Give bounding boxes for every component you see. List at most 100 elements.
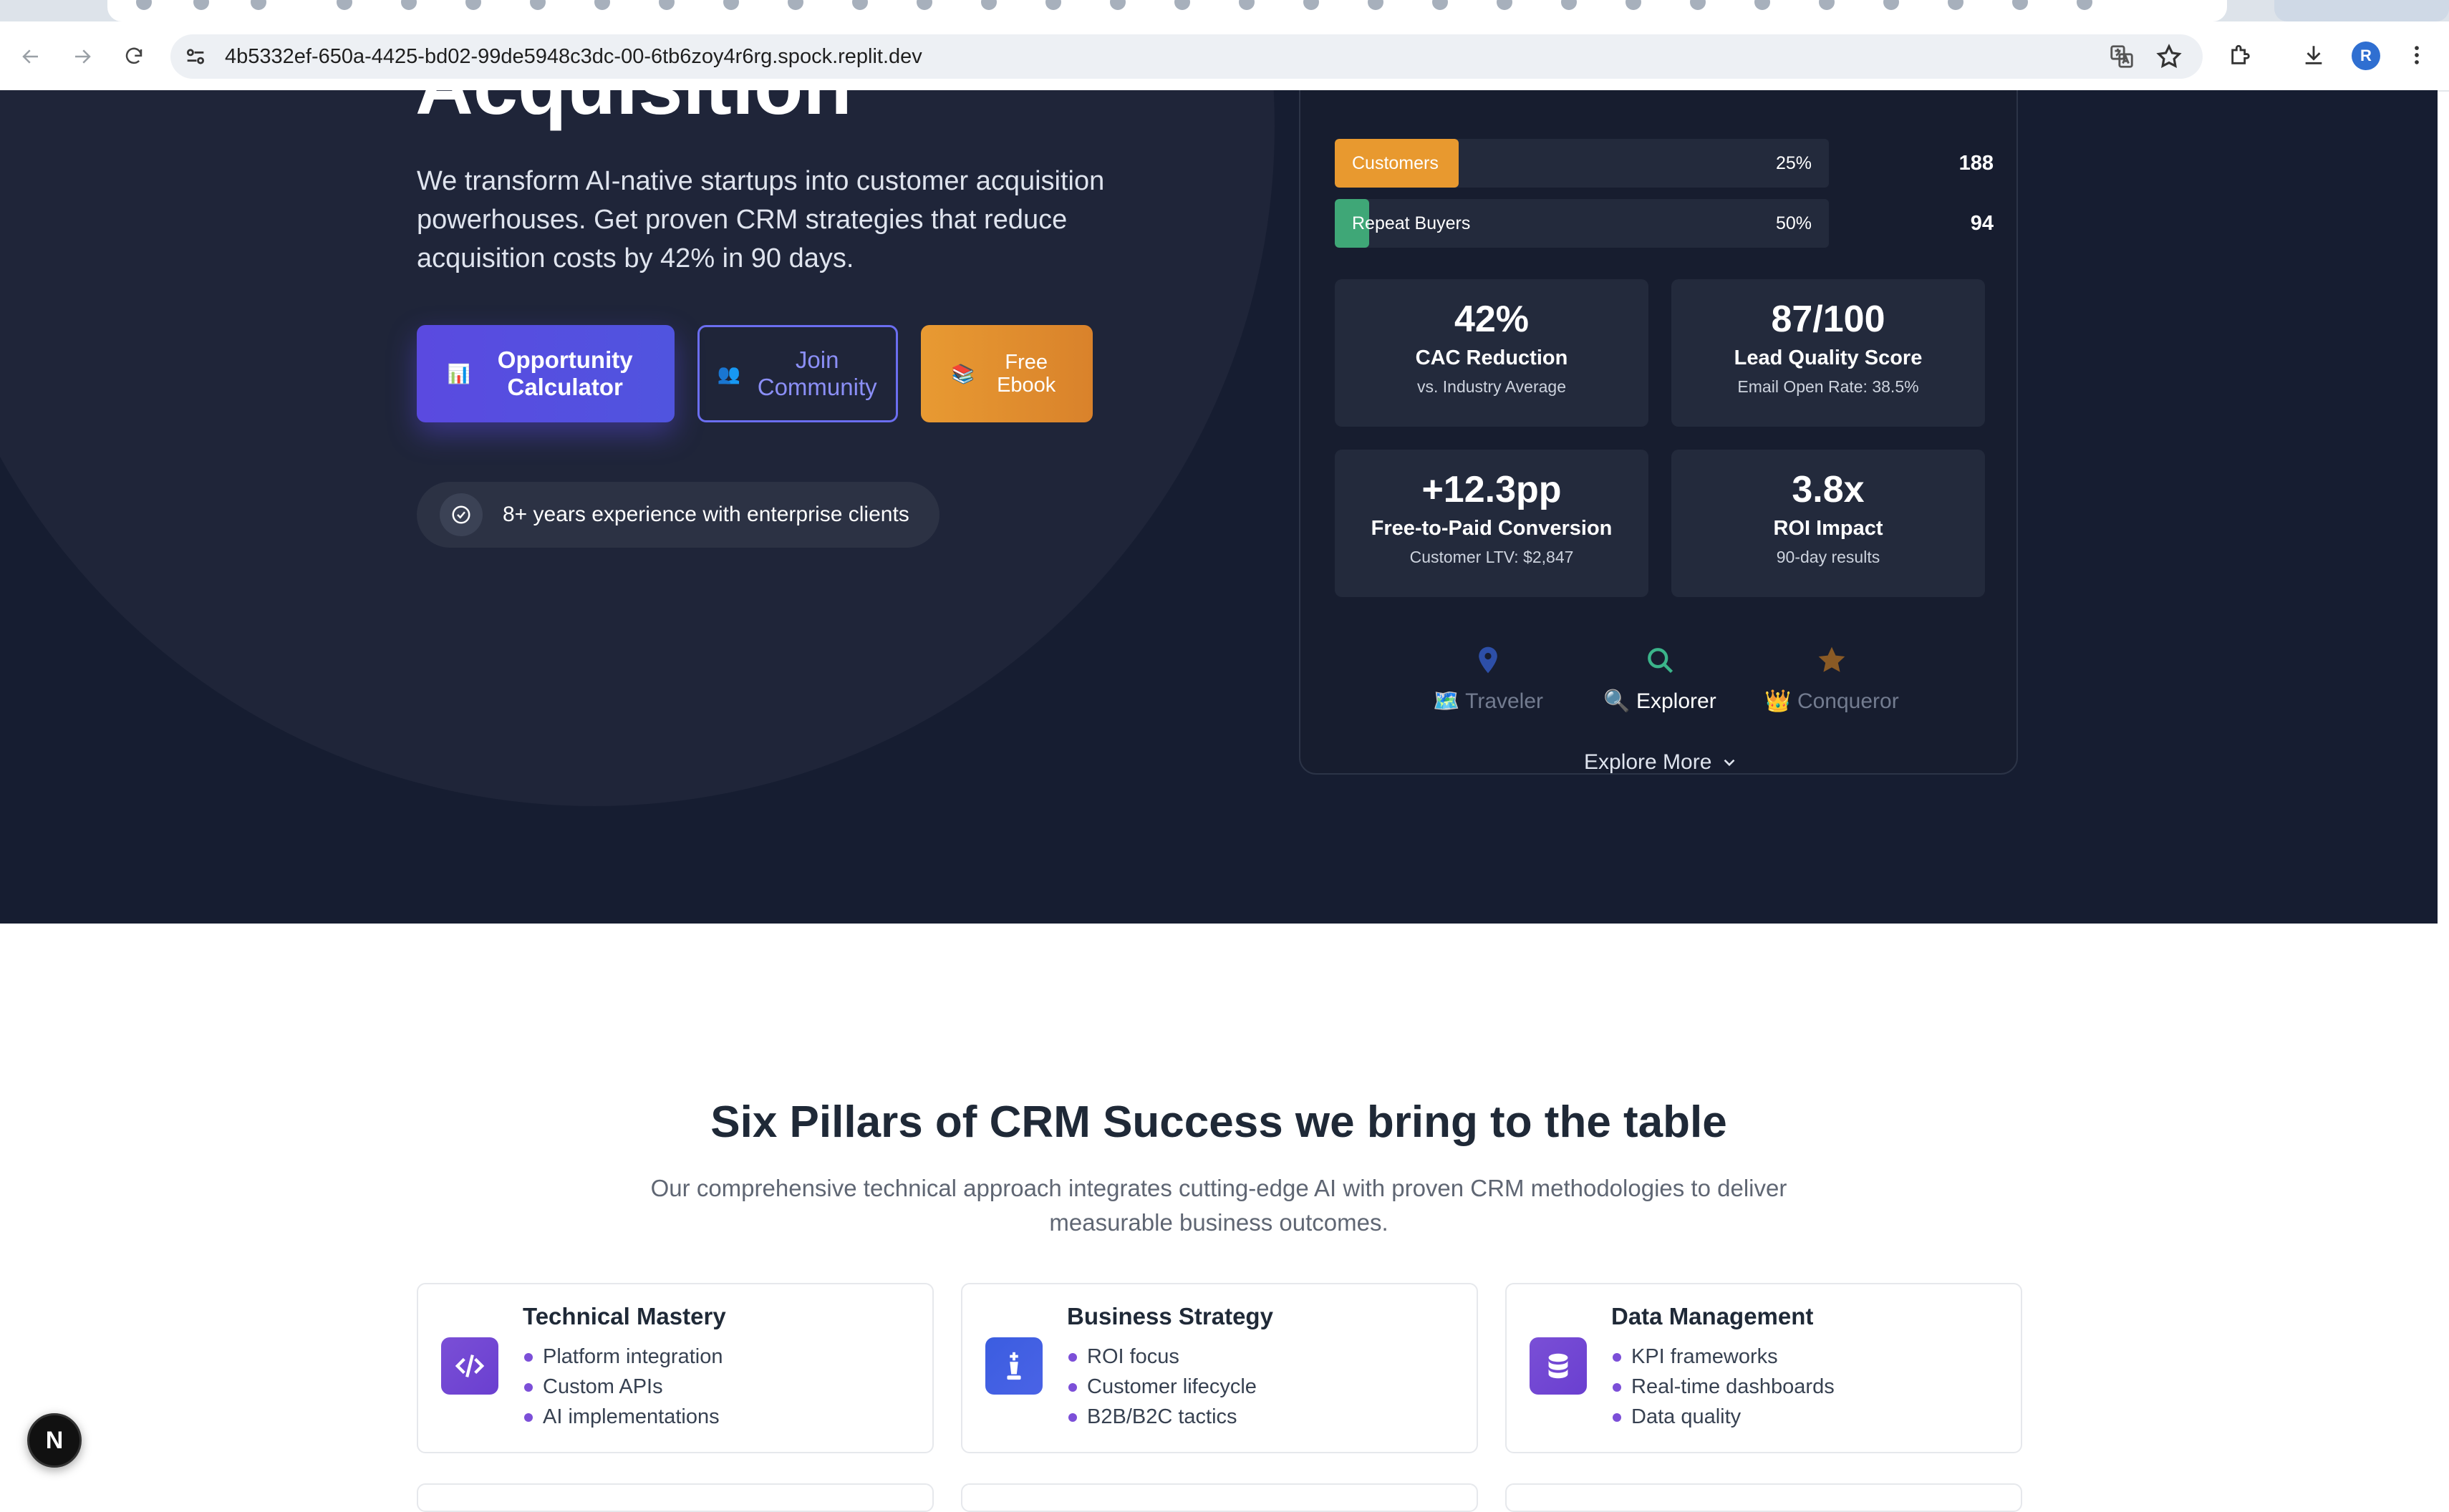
- card-list-item: Platform integration: [523, 1342, 723, 1372]
- stat-value: 3.8x: [1792, 469, 1865, 510]
- database-icon: [1530, 1337, 1587, 1395]
- hero-subheading: We transform AI-native startups into cus…: [417, 166, 1105, 273]
- pillar-card-partial: [417, 1483, 934, 1512]
- card-list-item: Custom APIs: [523, 1372, 723, 1402]
- join-community-button[interactable]: 👥 Join Community: [697, 325, 898, 422]
- arrow-right-icon: [75, 49, 91, 64]
- pillar-card-partial: [1505, 1483, 2022, 1512]
- persona-explorer[interactable]: 🔍 Explorer: [1574, 644, 1746, 714]
- funnel-count: 188: [1958, 152, 1994, 175]
- profile-avatar[interactable]: R: [2352, 42, 2380, 70]
- hero-headline: Acquisition: [415, 90, 852, 132]
- url-text[interactable]: 4b5332ef-650a-4425-bd02-99de5948c3dc-00-…: [225, 34, 922, 79]
- arrow-left-icon: [22, 49, 38, 64]
- card-list-item: KPI frameworks: [1611, 1342, 1835, 1372]
- stat-subtext: 90-day results: [1776, 548, 1880, 566]
- card-list-item: Data quality: [1611, 1402, 1835, 1432]
- hero-section: Acquisition We transform AI-native start…: [0, 90, 2438, 924]
- chevron-down-icon: [1724, 759, 1735, 767]
- active-tab[interactable]: [107, 0, 2227, 21]
- forward-button[interactable]: [64, 39, 100, 74]
- card-title: Technical Mastery: [523, 1303, 726, 1329]
- translate-icon[interactable]: [2108, 43, 2135, 70]
- downloads-button[interactable]: [2297, 39, 2330, 72]
- card-list: ROI focus Customer lifecycle B2B/B2C tac…: [1067, 1342, 1257, 1432]
- stat-subtext: vs. Industry Average: [1417, 377, 1566, 396]
- card-list-item: B2B/B2C tactics: [1067, 1402, 1257, 1432]
- opportunity-calculator-button[interactable]: 📊 Opportunity Calculator: [417, 325, 675, 422]
- download-icon: [2305, 46, 2322, 64]
- funnel-label: Repeat Buyers: [1352, 213, 1471, 233]
- stat-card-lead-quality: 87/100 Lead Quality Score Email Open Rat…: [1671, 279, 1985, 427]
- stat-value: +12.3pp: [1421, 469, 1562, 510]
- funnel-track: Customers 25%: [1335, 139, 1829, 188]
- back-button[interactable]: [13, 39, 49, 74]
- stat-label: Lead Quality Score: [1734, 346, 1923, 369]
- persona-conqueror[interactable]: 👑 Conqueror: [1746, 644, 1918, 714]
- funnel-label: Customers: [1352, 153, 1439, 173]
- new-tab-button[interactable]: [2274, 0, 2449, 21]
- funnel-count: 94: [1970, 212, 1994, 235]
- books-emoji-icon: 📚: [951, 363, 975, 384]
- code-icon: [441, 1337, 498, 1395]
- pillar-card-technical-mastery: Technical Mastery Platform integration C…: [417, 1283, 934, 1453]
- funnel-row-repeat-buyers: Repeat Buyers 50% 94: [1335, 199, 1994, 248]
- pillars-subheading: Our comprehensive technical approach int…: [650, 1175, 1787, 1236]
- card-title: Data Management: [1611, 1303, 1814, 1329]
- browser-tab-strip: [0, 0, 2449, 21]
- nextjs-dev-indicator[interactable]: N: [27, 1413, 82, 1468]
- opportunity-calculator-label: Opportunity Calculator: [497, 346, 633, 400]
- persona-label: 🔍 Explorer: [1603, 689, 1716, 713]
- check-circle-icon: [440, 493, 483, 536]
- reload-button[interactable]: [116, 39, 152, 74]
- stat-card-cac: 42% CAC Reduction vs. Industry Average: [1335, 279, 1648, 427]
- card-list-item: Real-time dashboards: [1611, 1372, 1835, 1402]
- browser-toolbar: 4b5332ef-650a-4425-bd02-99de5948c3dc-00-…: [0, 21, 2449, 92]
- chart-emoji-icon: 📊: [447, 363, 471, 384]
- site-settings-icon[interactable]: [183, 44, 208, 69]
- people-emoji-icon: 👥: [717, 363, 741, 384]
- pillar-card-business-strategy: Business Strategy ROI focus Customer lif…: [961, 1283, 1478, 1453]
- pillar-card-partial: [961, 1483, 1478, 1512]
- map-pin-icon: [1479, 646, 1497, 674]
- stat-value: 42%: [1454, 299, 1530, 340]
- pillars-heading: Six Pillars of CRM Success we bring to t…: [710, 1097, 1727, 1147]
- stat-label: ROI Impact: [1773, 517, 1883, 540]
- chess-king-icon: [985, 1337, 1043, 1395]
- funnel-percent: 50%: [1775, 213, 1812, 233]
- join-community-label: Join Community: [757, 346, 877, 400]
- explore-more-label: Explore More: [1584, 750, 1712, 774]
- browser-menu-button[interactable]: [2400, 39, 2433, 72]
- free-ebook-label: Free Ebook: [997, 351, 1056, 397]
- free-ebook-button[interactable]: 📚 Free Ebook: [921, 325, 1093, 422]
- address-bar[interactable]: 4b5332ef-650a-4425-bd02-99de5948c3dc-00-…: [170, 34, 2203, 79]
- experience-badge: 8+ years experience with enterprise clie…: [417, 482, 939, 548]
- funnel-track: Repeat Buyers 50%: [1335, 199, 1829, 248]
- funnel-percent: 25%: [1775, 153, 1812, 173]
- stat-label: Free-to-Paid Conversion: [1371, 517, 1613, 540]
- card-list-item: ROI focus: [1067, 1342, 1257, 1372]
- persona-label: 🗺️ Traveler: [1432, 689, 1544, 713]
- stat-value: 87/100: [1771, 299, 1885, 340]
- funnel-row-customers: Customers 25% 188: [1335, 139, 1994, 188]
- metrics-panel: Customers 25% 188 Repeat Buyers 50% 94 4…: [1299, 90, 2018, 775]
- stat-subtext: Email Open Rate: 38.5%: [1737, 377, 1919, 396]
- stat-label: CAC Reduction: [1415, 346, 1568, 369]
- stat-card-roi: 3.8x ROI Impact 90-day results: [1671, 450, 1985, 597]
- bookmark-star-icon[interactable]: [2155, 43, 2183, 70]
- reload-icon: [125, 47, 143, 64]
- puzzle-icon: [2231, 44, 2250, 64]
- card-list-item: AI implementations: [523, 1402, 723, 1432]
- persona-traveler[interactable]: 🗺️ Traveler: [1402, 644, 1574, 714]
- card-list: KPI frameworks Real-time dashboards Data…: [1611, 1342, 1835, 1432]
- card-title: Business Strategy: [1067, 1303, 1273, 1329]
- card-list-item: Customer lifecycle: [1067, 1372, 1257, 1402]
- stat-card-conversion: +12.3pp Free-to-Paid Conversion Customer…: [1335, 450, 1648, 597]
- extensions-button[interactable]: [2224, 39, 2257, 72]
- kebab-menu-icon: [2415, 46, 2419, 64]
- star-icon: [1818, 646, 1845, 672]
- stat-subtext: Customer LTV: $2,847: [1409, 548, 1574, 566]
- explore-more-button[interactable]: Explore More: [1584, 750, 1739, 775]
- experience-text: 8+ years experience with enterprise clie…: [503, 503, 909, 526]
- pillar-card-data-management: Data Management KPI frameworks Real-time…: [1505, 1283, 2022, 1453]
